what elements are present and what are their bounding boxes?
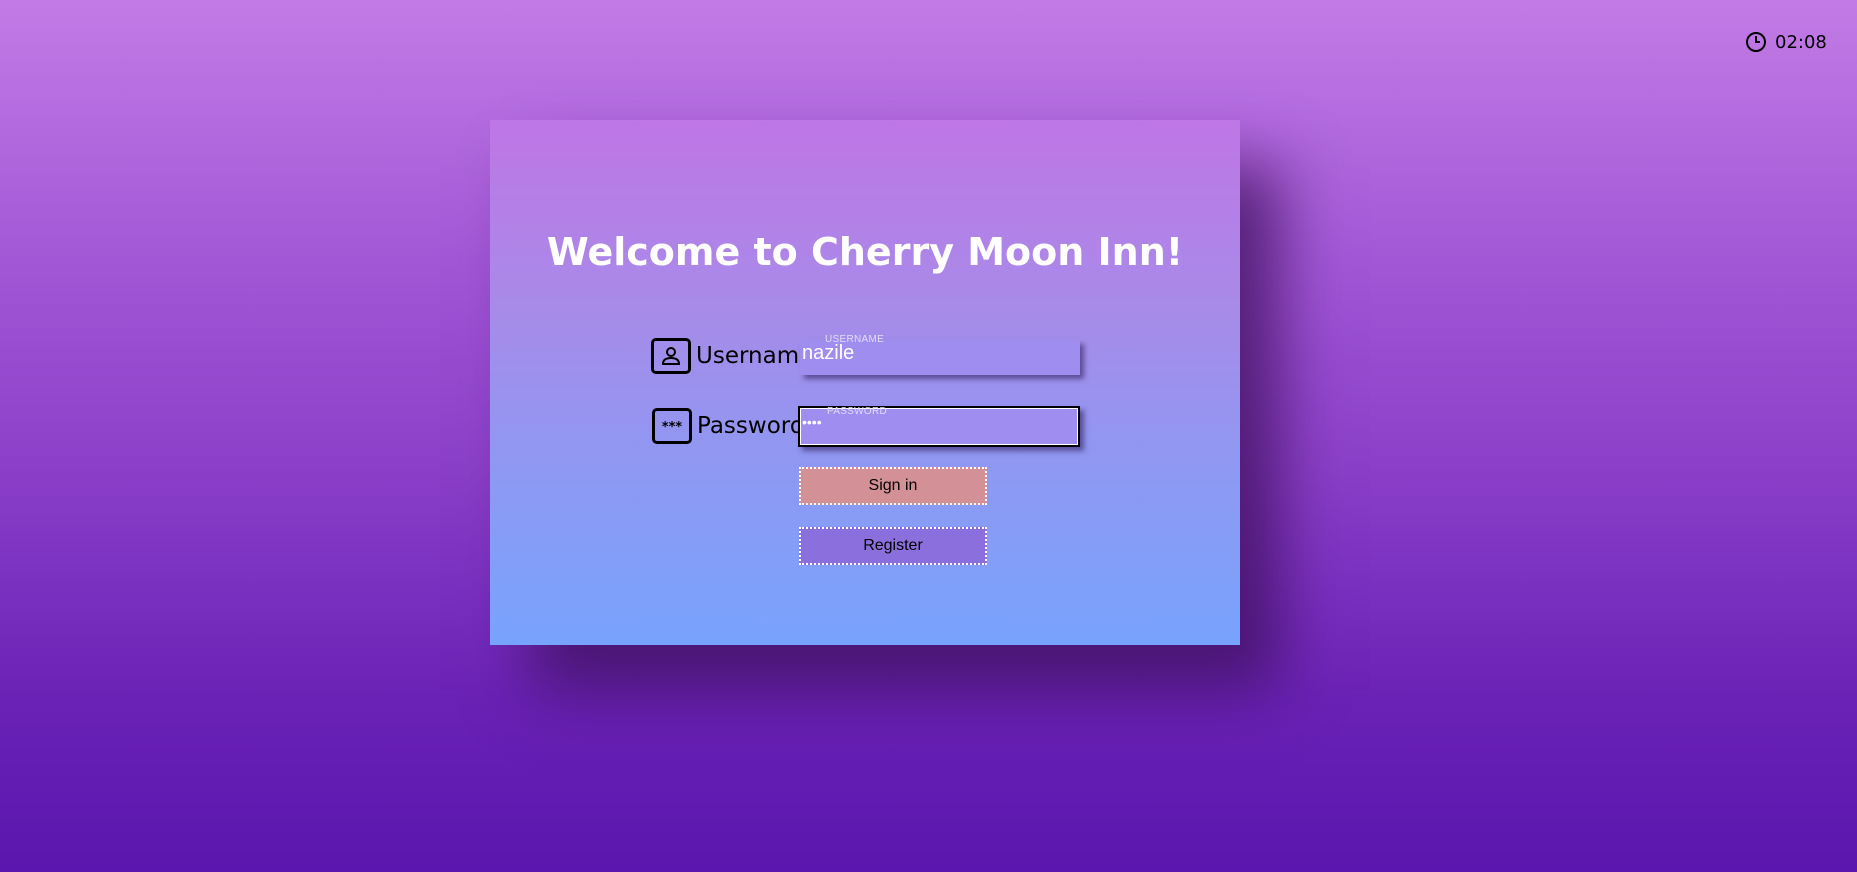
password-icon: *** <box>661 419 683 435</box>
password-value: •••• <box>802 414 822 430</box>
username-label: Username <box>696 343 814 369</box>
username-field[interactable]: USERNAME nazile <box>800 334 1080 375</box>
login-card <box>490 120 1240 645</box>
password-icon-box: *** <box>652 408 692 444</box>
register-button[interactable]: Register <box>799 527 987 565</box>
password-label: Password <box>697 413 805 439</box>
username-icon-box <box>651 338 691 374</box>
sign-in-button[interactable]: Sign in <box>799 467 987 505</box>
clock: 02:08 <box>1745 31 1827 53</box>
password-floating-label: PASSWORD <box>827 406 887 417</box>
username-value: nazile <box>802 342 855 364</box>
clock-icon <box>1746 32 1766 52</box>
clock-time: 02:08 <box>1775 31 1827 53</box>
password-field[interactable]: PASSWORD •••• <box>798 406 1080 447</box>
page-title: Welcome to Cherry Moon Inn! <box>546 230 1184 274</box>
user-icon <box>661 347 681 365</box>
